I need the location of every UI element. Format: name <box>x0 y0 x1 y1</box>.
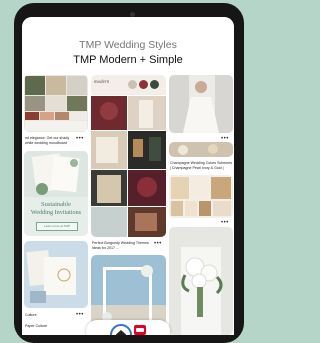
bouquet-image <box>169 227 233 335</box>
burgundy-collage-image <box>91 75 166 237</box>
pin-caption: Culture <box>25 313 37 317</box>
more-options-icon[interactable]: ••• <box>221 220 229 226</box>
home-icon <box>116 330 126 335</box>
board-title: TMP Wedding Styles <box>79 39 177 51</box>
pin-champagne-palette[interactable] <box>169 175 233 218</box>
more-options-icon[interactable]: ••• <box>76 312 84 318</box>
notifications-icon[interactable] <box>134 325 146 335</box>
power-button <box>134 3 156 6</box>
culture-image <box>24 241 88 308</box>
screen: TMP Wedding Styles TMP Modern + Simple r… <box>22 17 234 335</box>
pin-caption: white wedding moodboard <box>25 141 67 145</box>
pin-caption: Champagne Wedding Colors Schemes <box>170 161 233 165</box>
pin-culture[interactable] <box>24 241 88 308</box>
pin-burgundy-collage[interactable]: modern <box>91 75 166 237</box>
champagne-palette-image <box>169 175 233 218</box>
color-swatch <box>139 80 148 89</box>
pin-caption: rst elegance: Get our shady <box>25 136 70 140</box>
pin-white-bouquet[interactable] <box>169 227 233 335</box>
color-swatch <box>128 80 137 89</box>
pin-caption: Paper Culture <box>25 324 48 328</box>
modern-banner: modern <box>94 80 110 85</box>
bride-image <box>169 75 233 133</box>
board-header: TMP Wedding Styles TMP Modern + Simple <box>22 17 234 75</box>
invitation-image <box>24 151 88 197</box>
more-options-icon[interactable]: ••• <box>76 136 84 142</box>
pin-caption: Perfect Burgundy Wedding Themes <box>92 241 149 245</box>
champagne-photo <box>169 142 233 157</box>
more-options-icon[interactable]: ••• <box>154 241 162 247</box>
more-options-icon[interactable]: ••• <box>221 136 229 142</box>
pin-bride-portrait[interactable] <box>169 75 233 133</box>
learn-more-button[interactable]: Learn more at TMP <box>36 222 78 231</box>
sustainable-subtitle: Wedding Invitations <box>30 209 82 216</box>
color-swatch <box>150 80 159 89</box>
sustainable-title: Sustainable <box>41 201 71 208</box>
pin-sustainable-invitations[interactable]: Sustainable Wedding Invitations Learn mo… <box>24 151 88 236</box>
pin-caption: Ideas for 2017 ... <box>92 246 119 250</box>
moodboard-image <box>24 75 88 132</box>
pin-moodboard[interactable] <box>24 75 88 132</box>
pin-caption: | Champagne Pearl Ivory & Gold | <box>170 166 224 170</box>
pin-champagne-top[interactable] <box>169 142 233 157</box>
section-title: TMP Modern + Simple <box>73 54 183 66</box>
